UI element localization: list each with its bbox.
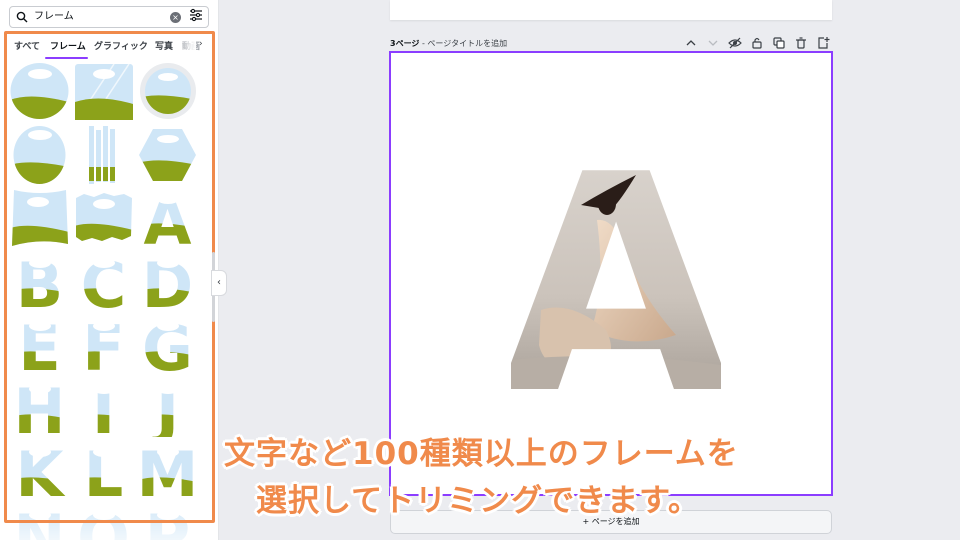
frame-letter-a[interactable]: A <box>138 188 197 248</box>
frame-letter-e[interactable]: E <box>10 314 69 374</box>
tab-photos[interactable]: 写真 <box>155 39 173 52</box>
duplicate-icon[interactable] <box>772 36 786 50</box>
lock-icon[interactable] <box>750 36 764 50</box>
add-page-icon[interactable] <box>816 36 830 50</box>
caption-line-2: 選択してトリミングできます。 <box>256 483 700 519</box>
frame-letter-h[interactable]: H <box>10 377 69 437</box>
frame-circle-border[interactable] <box>138 62 197 122</box>
search-icon <box>16 11 28 23</box>
frame-square-pattern[interactable] <box>74 62 133 122</box>
page-toolbar <box>684 36 834 50</box>
frame-circle[interactable] <box>10 62 69 122</box>
frame-rounded-banner[interactable] <box>10 188 69 248</box>
clear-search-icon[interactable]: × <box>170 12 181 23</box>
letter-frame-a[interactable]: A <box>511 160 721 390</box>
previous-page[interactable] <box>390 0 832 20</box>
grid-fade <box>0 500 218 540</box>
caption-line-1: 文字など100種類以上のフレームを <box>224 436 739 472</box>
page-label[interactable]: 3ページ - ページタイトルを追加 <box>390 38 507 49</box>
frame-letter-f[interactable]: F <box>74 314 133 374</box>
chevron-down-icon <box>708 40 718 46</box>
frame-letter-j[interactable]: J <box>138 377 197 437</box>
photo-in-frame <box>511 160 721 390</box>
frame-hexagon[interactable] <box>138 125 197 185</box>
active-tab-indicator <box>45 57 88 59</box>
filter-icon[interactable] <box>189 8 203 22</box>
frame-letter-i[interactable]: I <box>74 377 133 437</box>
page-number: 3ページ <box>390 39 420 48</box>
frame-torn-edge[interactable] <box>74 188 133 248</box>
tab-all[interactable]: すべて <box>14 39 40 52</box>
collapse-panel-button[interactable]: ‹ <box>211 270 227 296</box>
frame-letter-l[interactable]: L <box>74 440 133 500</box>
search-query: フレーム <box>34 11 74 22</box>
frame-oval[interactable] <box>10 125 69 185</box>
tab-graphics[interactable]: グラフィック <box>94 39 148 52</box>
frame-letter-b[interactable]: B <box>10 251 69 311</box>
frame-letter-m[interactable]: M <box>138 440 197 500</box>
elements-panel: フレーム × すべて フレーム グラフィック 写真 動画 › <box>0 0 219 540</box>
trash-icon[interactable] <box>794 36 808 50</box>
frame-letter-g[interactable]: G <box>138 314 197 374</box>
frame-letter-k[interactable]: K <box>10 440 69 500</box>
chevron-up-icon[interactable] <box>684 36 698 50</box>
tab-frames[interactable]: フレーム <box>50 39 86 52</box>
search-input[interactable]: フレーム × <box>9 6 209 28</box>
frame-strips[interactable] <box>74 125 133 185</box>
frame-letter-c[interactable]: C <box>74 251 133 311</box>
chevron-right-icon[interactable]: › <box>199 39 203 49</box>
eye-icon[interactable] <box>728 36 742 50</box>
chevron-left-icon: ‹ <box>217 277 221 288</box>
frame-letter-d[interactable]: D <box>138 251 197 311</box>
page-title-placeholder[interactable]: ページタイトルを追加 <box>427 39 507 48</box>
tab-fade <box>176 36 196 52</box>
